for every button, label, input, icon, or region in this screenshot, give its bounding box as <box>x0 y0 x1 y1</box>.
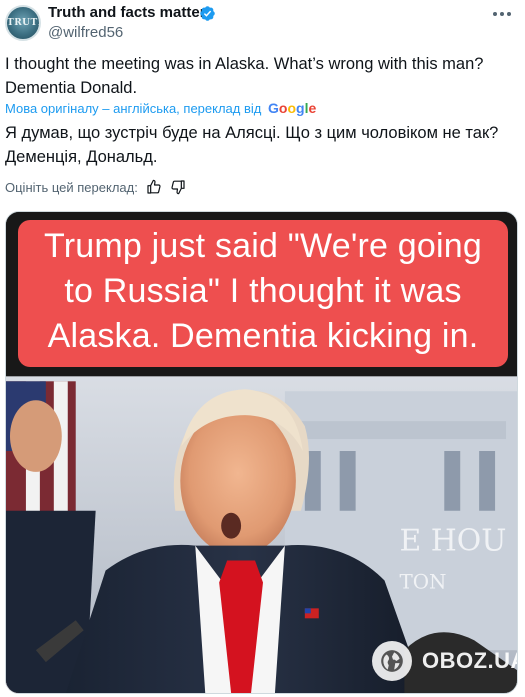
google-logo: Google <box>268 100 317 116</box>
watermark-text: OBOZ.UA <box>422 648 518 673</box>
caption-line: Alaska. Dementia kicking in. <box>47 317 479 355</box>
rate-translation-label: Оцініть цей переклад: <box>5 179 138 195</box>
thumbs-up-icon[interactable] <box>146 179 162 195</box>
caption-line: to Russia" I thought it was <box>64 272 462 310</box>
tweet-text-line: Dementia Donald. <box>5 79 138 97</box>
more-options-icon <box>493 12 497 16</box>
rate-translation-row: Оцініть цей переклад: <box>5 178 186 196</box>
thumbs-down-icon[interactable] <box>170 179 186 195</box>
tweet-text-line: I thought the meeting was in Alaska. Wha… <box>5 55 484 73</box>
author-display-name[interactable]: Truth and facts matter. <box>48 4 209 21</box>
caption-line: Trump just said "We're going <box>43 227 482 265</box>
video-caption: Trump just said "We're going to Russia" … <box>18 224 508 359</box>
author-handle[interactable]: @wilfred56 <box>48 24 123 41</box>
tweet-header: TRUTH Truth and facts matter. @wilfred56 <box>0 0 525 48</box>
translated-text-line: Деменція, Дональд. <box>5 148 158 166</box>
translation-attribution[interactable]: Мова оригіналу – англійська, переклад ві… <box>5 100 316 116</box>
video-media[interactable]: E HOU TON Trump just said "We're going t… <box>5 211 518 694</box>
avatar-logo-text: TRUTH <box>7 18 39 28</box>
globe-icon <box>372 641 412 681</box>
translated-text: Я думав, що зустріч буде на Алясці. Що з… <box>5 121 515 169</box>
verified-badge-icon <box>200 6 215 21</box>
more-options-button[interactable] <box>486 2 518 26</box>
tweet-text: I thought the meeting was in Alaska. Wha… <box>5 52 515 100</box>
background-sign-text: E HOU <box>399 524 506 559</box>
oboz-watermark: OBOZ.UA <box>372 638 518 684</box>
background-sign-text: TON <box>399 570 446 593</box>
avatar[interactable]: TRUTH <box>5 5 41 41</box>
translated-text-line: Я думав, що зустріч буде на Алясці. Що з… <box>5 124 499 142</box>
translation-note[interactable]: Мова оригіналу – англійська, переклад ві… <box>5 101 261 116</box>
